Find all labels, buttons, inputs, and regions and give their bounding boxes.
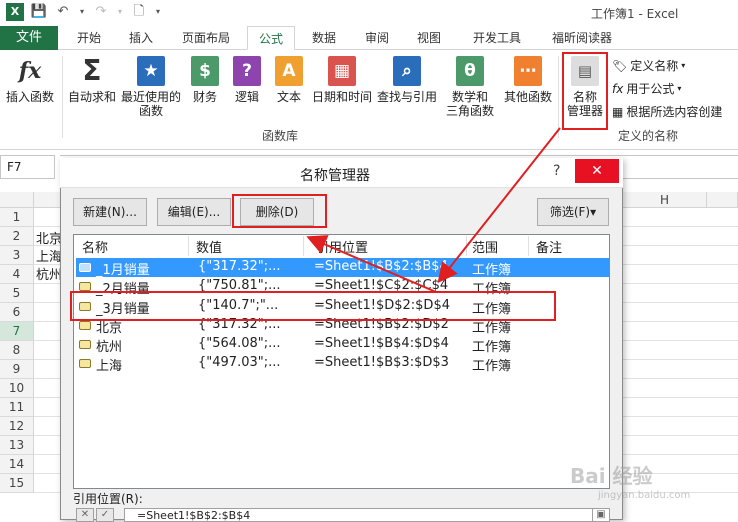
arrow-to-list [437,127,561,284]
watermark-url: jingyan.baidu.com [598,490,691,501]
watermark-logo: Bai 经验 [570,464,653,488]
annotation-arrows [306,127,561,293]
arrow-to-delete [306,235,437,293]
